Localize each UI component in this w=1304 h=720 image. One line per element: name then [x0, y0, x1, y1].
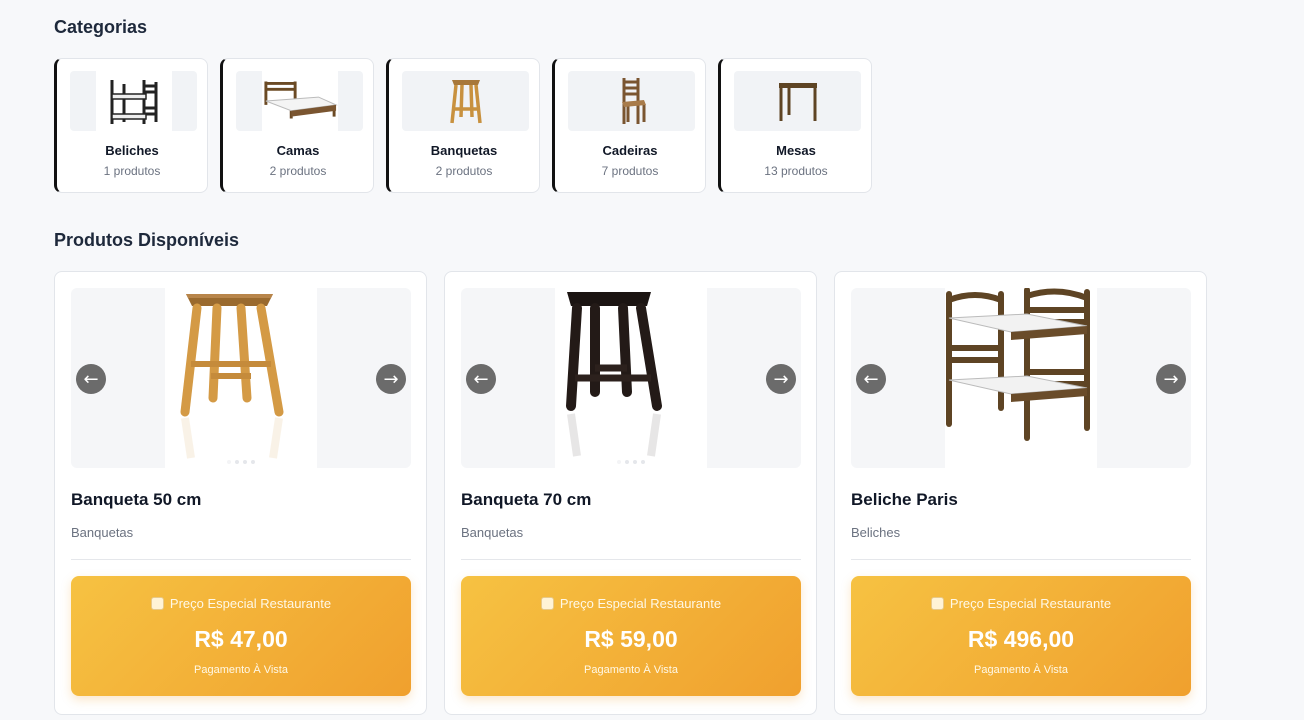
category-count: 2 produtos [269, 164, 327, 178]
category-card-mesas[interactable]: Mesas 13 produtos [718, 58, 872, 193]
product-image-carousel: ← → [851, 288, 1191, 468]
price-label: Preço Especial Restaurante [169, 596, 332, 611]
plate-icon [930, 597, 944, 610]
carousel-dot[interactable] [617, 460, 621, 464]
carousel-next-button[interactable]: → [1156, 364, 1186, 394]
category-count: 1 produtos [103, 164, 161, 178]
carousel-next-button[interactable]: → [766, 364, 796, 394]
light-wood-stool-icon [180, 294, 284, 459]
divider [71, 559, 411, 560]
carousel-dot[interactable] [227, 460, 231, 464]
price-label-row: Preço Especial Restaurante [71, 596, 411, 611]
bunk-bed-icon [946, 288, 1090, 441]
category-image [70, 71, 197, 131]
category-name: Banquetas [430, 143, 498, 158]
table-icon [778, 83, 817, 121]
category-count: 7 produtos [601, 164, 659, 178]
chair-icon [621, 78, 646, 124]
product-name[interactable]: Beliche Paris [851, 490, 958, 510]
price-box: Preço Especial Restaurante R$ 496,00 Pag… [851, 576, 1191, 696]
carousel-prev-button[interactable]: ← [856, 364, 886, 394]
plate-icon [150, 597, 164, 610]
dark-wood-stool-icon [566, 292, 662, 457]
product-image-carousel: ← → [71, 288, 411, 468]
product-name[interactable]: Banqueta 70 cm [461, 490, 591, 510]
product-name[interactable]: Banqueta 50 cm [71, 490, 201, 510]
category-name: Mesas [776, 143, 816, 158]
product-card[interactable]: ← → Beliche Paris Beliches Preço Especia… [834, 271, 1207, 715]
category-image [568, 71, 695, 131]
carousel-dots [461, 460, 801, 464]
category-name: Cadeiras [602, 143, 658, 158]
price-box: Preço Especial Restaurante R$ 47,00 Paga… [71, 576, 411, 696]
category-card-camas[interactable]: Camas 2 produtos [220, 58, 374, 193]
bed-icon [263, 81, 338, 119]
product-category: Beliches [851, 525, 901, 540]
product-list: ← → Banqueta 50 cm Banquetas Preço Espec… [54, 271, 1207, 715]
category-image [402, 71, 529, 131]
stool-icon [449, 80, 482, 124]
category-name: Camas [276, 143, 320, 158]
price-value: R$ 47,00 [194, 626, 288, 652]
carousel-dot[interactable] [641, 460, 645, 464]
price-box: Preço Especial Restaurante R$ 59,00 Paga… [461, 576, 801, 696]
price-label: Preço Especial Restaurante [949, 596, 1112, 611]
carousel-prev-button[interactable]: ← [76, 364, 106, 394]
carousel-dot[interactable] [633, 460, 637, 464]
product-card[interactable]: ← → Banqueta 50 cm Banquetas Preço Espec… [54, 271, 427, 715]
category-card-banquetas[interactable]: Banquetas 2 produtos [386, 58, 540, 193]
divider [461, 559, 801, 560]
divider [851, 559, 1191, 560]
product-category: Banquetas [461, 525, 524, 540]
plate-icon [540, 597, 554, 610]
category-card-cadeiras[interactable]: Cadeiras 7 produtos [552, 58, 706, 193]
price-value: R$ 496,00 [967, 626, 1075, 652]
carousel-dot[interactable] [251, 460, 255, 464]
carousel-next-button[interactable]: → [376, 364, 406, 394]
product-category: Banquetas [71, 525, 134, 540]
categories-title: Categorias [54, 17, 148, 37]
category-count: 13 produtos [764, 164, 828, 178]
category-image [734, 71, 861, 131]
carousel-dot[interactable] [625, 460, 629, 464]
carousel-dots [71, 460, 411, 464]
carousel-dot[interactable] [243, 460, 247, 464]
price-value: R$ 59,00 [584, 626, 678, 652]
carousel-dot[interactable] [235, 460, 239, 464]
category-name: Beliches [105, 143, 159, 158]
payment-note: Pagamento À Vista [584, 664, 678, 676]
category-image [236, 71, 363, 131]
payment-note: Pagamento À Vista [194, 664, 288, 676]
price-label-row: Preço Especial Restaurante [461, 596, 801, 611]
category-count: 2 produtos [435, 164, 493, 178]
category-list: Beliches 1 produtos Camas 2 produtos Ban… [54, 58, 872, 193]
product-card[interactable]: ← → Banqueta 70 cm Banquetas Preço Espec… [444, 271, 817, 715]
category-card-beliches[interactable]: Beliches 1 produtos [54, 58, 208, 193]
payment-note: Pagamento À Vista [974, 664, 1068, 676]
carousel-prev-button[interactable]: ← [466, 364, 496, 394]
price-label-row: Preço Especial Restaurante [851, 596, 1191, 611]
product-image-carousel: ← → [461, 288, 801, 468]
bunk-bed-icon [110, 80, 157, 124]
price-label: Preço Especial Restaurante [559, 596, 722, 611]
products-title: Produtos Disponíveis [54, 230, 240, 250]
